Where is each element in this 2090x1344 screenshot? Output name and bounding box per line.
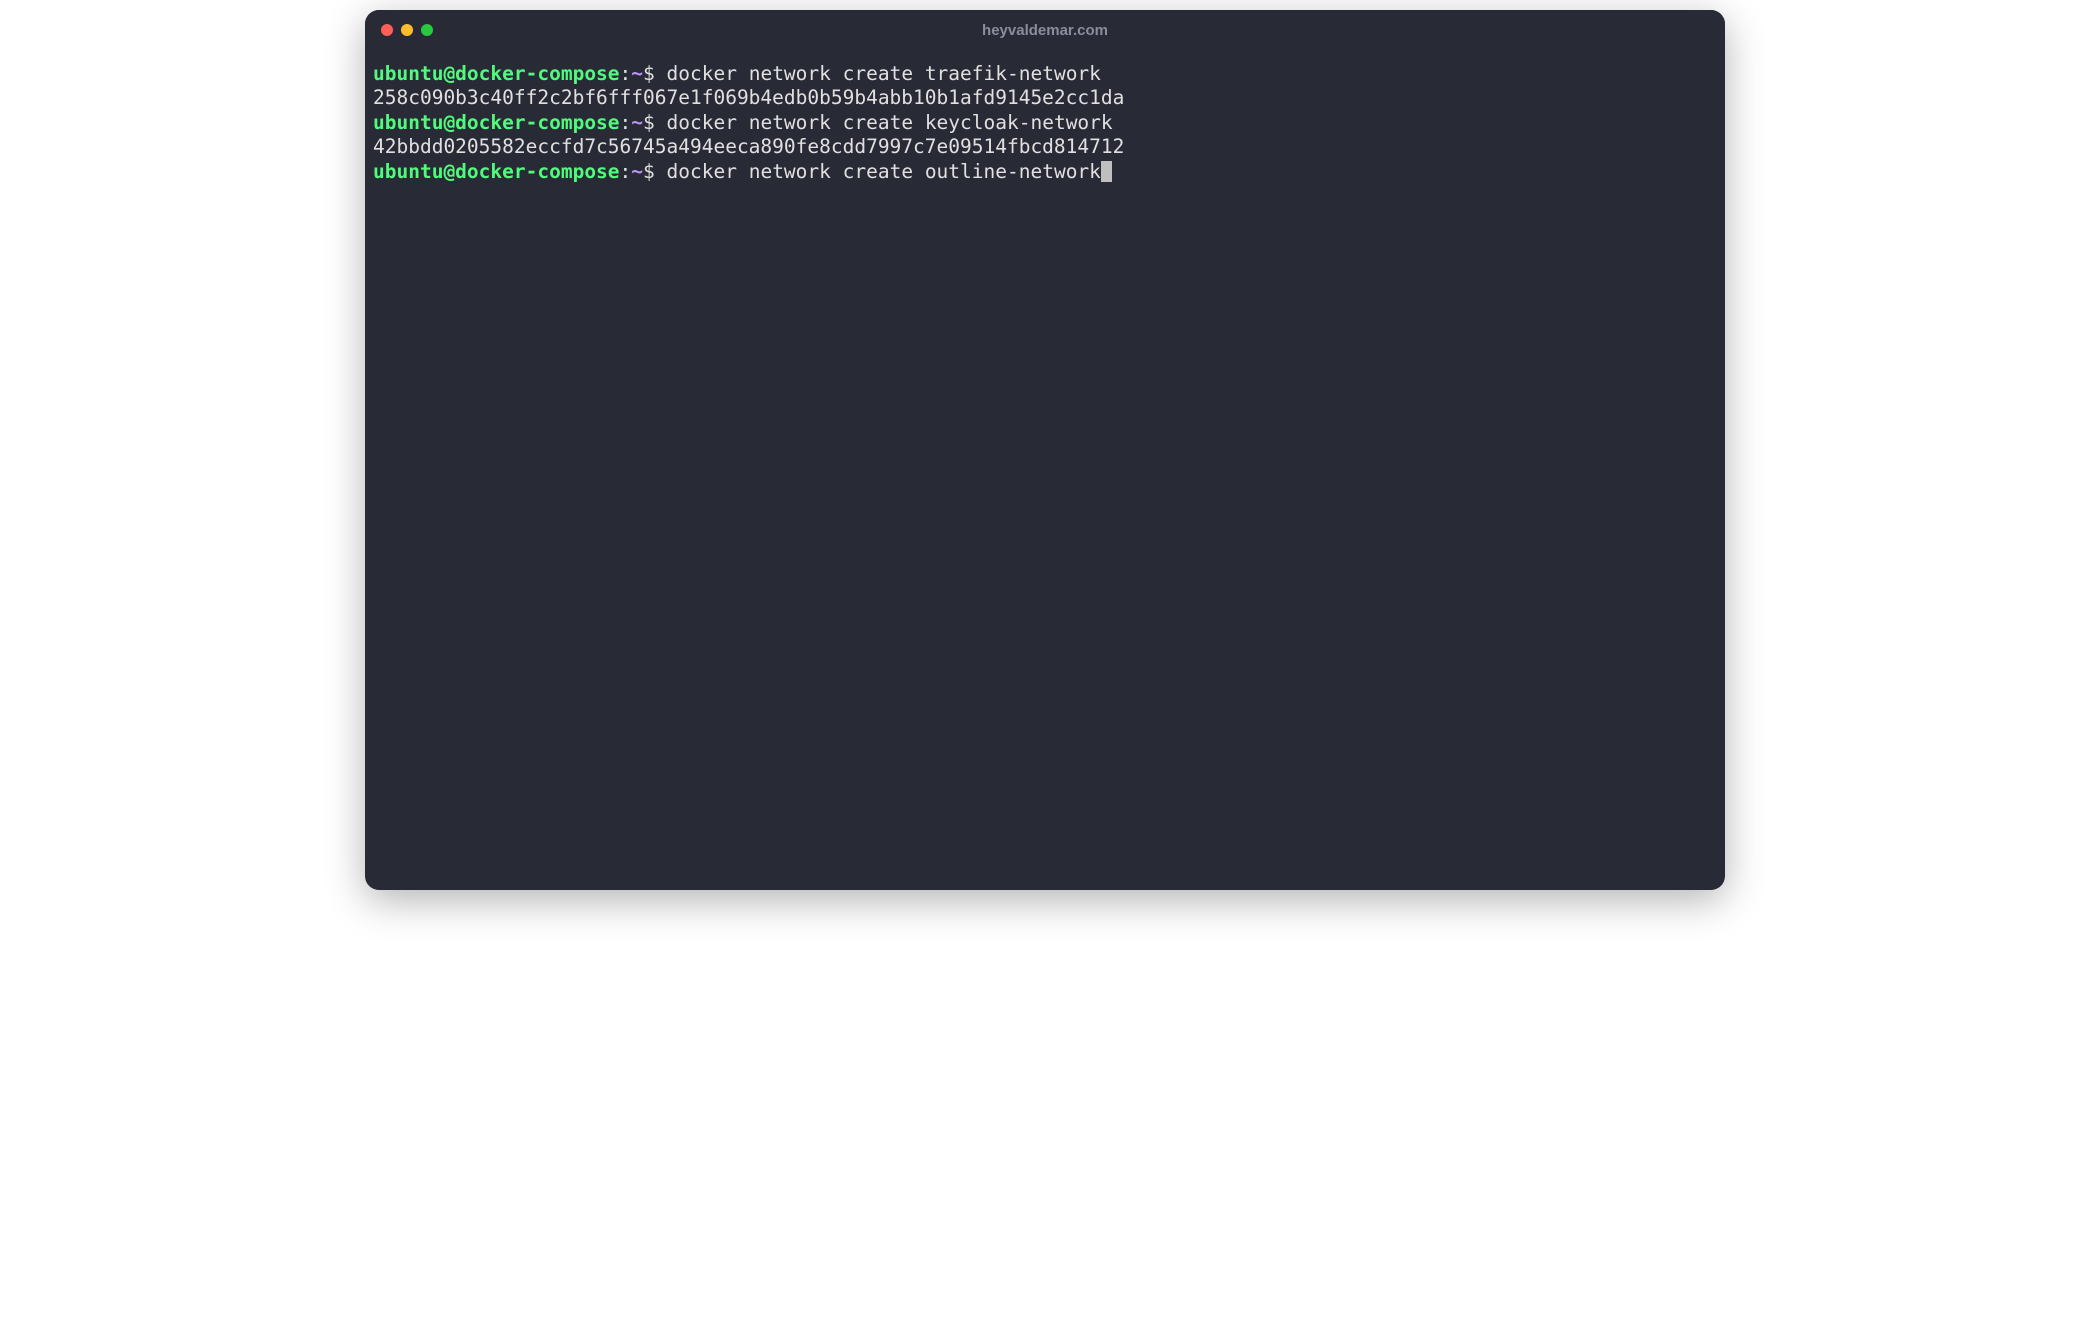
prompt-dollar: $ — [643, 62, 655, 85]
prompt-user-host: ubuntu@docker-compose — [373, 160, 620, 183]
prompt-dollar: $ — [643, 111, 655, 134]
prompt-colon: : — [620, 111, 632, 134]
terminal-command: docker network create outline-network — [655, 160, 1101, 183]
traffic-lights — [381, 24, 433, 36]
prompt-path: ~ — [631, 111, 643, 134]
terminal-output: 258c090b3c40ff2c2bf6fff067e1f069b4edb0b5… — [373, 86, 1717, 110]
close-icon[interactable] — [381, 24, 393, 36]
terminal-line: ubuntu@docker-compose:~$ docker network … — [373, 111, 1717, 135]
terminal-command: docker network create keycloak-network — [655, 111, 1113, 134]
window-title: heyvaldemar.com — [982, 22, 1108, 39]
prompt-path: ~ — [631, 62, 643, 85]
minimize-icon[interactable] — [401, 24, 413, 36]
prompt-user-host: ubuntu@docker-compose — [373, 111, 620, 134]
terminal-command: docker network create traefik-network — [655, 62, 1101, 85]
terminal-body[interactable]: ubuntu@docker-compose:~$ docker network … — [365, 50, 1725, 890]
terminal-line: ubuntu@docker-compose:~$ docker network … — [373, 160, 1717, 184]
prompt-user-host: ubuntu@docker-compose — [373, 62, 620, 85]
prompt-path: ~ — [631, 160, 643, 183]
prompt-colon: : — [620, 62, 632, 85]
terminal-window: heyvaldemar.com ubuntu@docker-compose:~$… — [365, 10, 1725, 890]
cursor-icon — [1101, 161, 1112, 182]
prompt-colon: : — [620, 160, 632, 183]
prompt-dollar: $ — [643, 160, 655, 183]
maximize-icon[interactable] — [421, 24, 433, 36]
terminal-line: ubuntu@docker-compose:~$ docker network … — [373, 62, 1717, 86]
terminal-output: 42bbdd0205582eccfd7c56745a494eeca890fe8c… — [373, 135, 1717, 159]
title-bar: heyvaldemar.com — [365, 10, 1725, 50]
